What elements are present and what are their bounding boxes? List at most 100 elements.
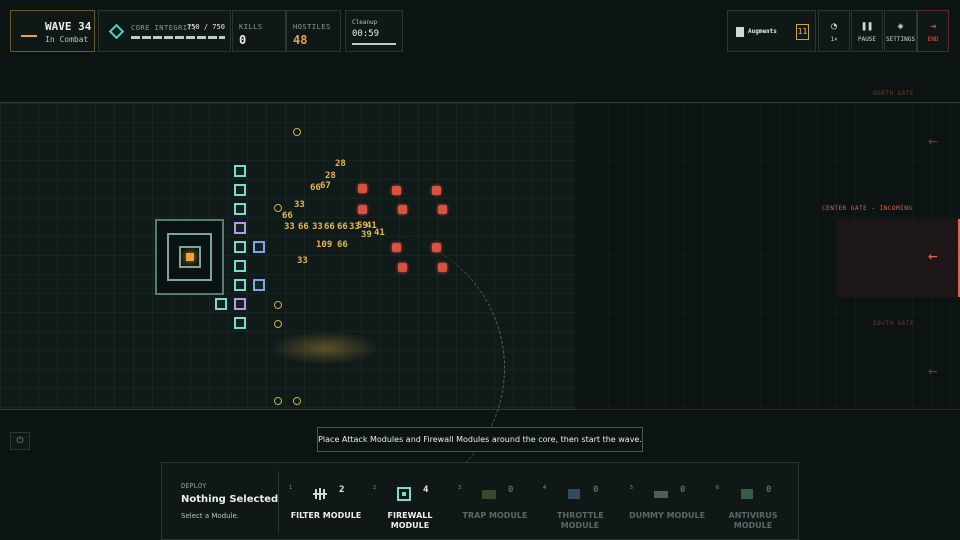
pause-button[interactable]: ❚❚ PAUSE [851, 10, 883, 52]
firewall-module[interactable] [234, 165, 246, 177]
hostiles-panel: HOSTILES 48 [286, 10, 341, 52]
damage-number: 28 [325, 171, 336, 181]
damage-number: 109 [316, 240, 333, 250]
firewall-module[interactable] [234, 184, 246, 196]
deploy-label: DEPLOY [181, 482, 207, 490]
firewall-module[interactable] [234, 279, 246, 291]
enemy [358, 205, 367, 214]
enemy [438, 205, 447, 214]
north-gate-arrow-icon: ← [928, 131, 938, 150]
cleanup-bar [352, 43, 396, 45]
center-gate-zone [837, 219, 960, 297]
hostiles-label: HOSTILES [293, 23, 331, 31]
throttle-module-icon [568, 489, 580, 499]
dummy-module-icon [654, 491, 668, 498]
augments-count: 11 [796, 24, 809, 40]
document-icon [736, 27, 744, 37]
speed-label: 1× [830, 36, 838, 43]
enemy [398, 205, 407, 214]
crosshair-icon [274, 204, 282, 212]
module-slot-trap[interactable]: 3 0 TRAP MODULE [452, 463, 538, 540]
firewall-module[interactable] [234, 260, 246, 272]
crosshair-icon [274, 320, 282, 328]
damage-number: 66 [298, 222, 309, 232]
filter-module[interactable] [234, 222, 246, 234]
gear-icon: ◈ [897, 21, 904, 32]
damage-number: 33 [294, 200, 305, 210]
wave-panel: WAVE 34 In Combat [10, 10, 95, 52]
firewall-module[interactable] [234, 203, 246, 215]
kills-value: 0 [239, 33, 247, 47]
crown-icon [21, 27, 37, 37]
south-gate-arrow-icon: ← [928, 361, 938, 380]
module-slot-antivirus[interactable]: 6 0 ANTIVIRUS MODULE [710, 463, 796, 540]
cleanup-label: Cleanup [352, 19, 378, 26]
core-integrity-bar [131, 36, 225, 39]
firewall-module[interactable] [234, 317, 246, 329]
damage-number: 33 [284, 222, 295, 232]
augments-label: Augments [748, 28, 777, 35]
core[interactable] [155, 219, 224, 295]
enemy [398, 263, 407, 272]
enemy [392, 243, 401, 252]
hostiles-value: 48 [293, 33, 308, 47]
end-button[interactable]: ⇥ END [917, 10, 949, 52]
throttle-module[interactable] [253, 279, 265, 291]
damage-number: 66 [282, 211, 293, 221]
cleanup-panel: Cleanup 00:59 [345, 10, 403, 52]
module-slot-throttle[interactable]: 4 0 THROTTLE MODULE [537, 463, 623, 540]
module-slot-filter[interactable]: 1 2 FILTER MODULE [283, 463, 369, 540]
trap-module-icon [482, 490, 496, 499]
pause-label: PAUSE [857, 36, 877, 43]
damage-number: 67 [320, 181, 331, 191]
module-slot-firewall[interactable]: 2 4 FIREWALL MODULE [367, 463, 453, 540]
core-icon [108, 23, 125, 40]
cleanup-timer: 00:59 [352, 29, 380, 39]
enemy [432, 243, 441, 252]
power-icon: ⏻ [16, 436, 24, 446]
antivirus-module-icon [741, 489, 753, 499]
filter-module[interactable] [234, 298, 246, 310]
selected-module-title: Nothing Selected [181, 494, 279, 505]
muzzle-flash [270, 331, 380, 365]
firewall-module[interactable] [234, 241, 246, 253]
south-gate-label: SOUTH GATE [873, 320, 915, 327]
core-reactor-icon [186, 253, 194, 261]
enemy [392, 186, 401, 195]
enemy [432, 186, 441, 195]
enemy [438, 263, 447, 272]
wave-title: WAVE 34 [45, 20, 92, 33]
pause-icon: ❚❚ [860, 21, 874, 32]
damage-number: 41 [374, 228, 385, 238]
crosshair-icon [293, 128, 301, 136]
settings-button[interactable]: ◈ SETTINGS [884, 10, 917, 52]
power-button[interactable]: ⏻ [10, 432, 30, 450]
speed-button[interactable]: ◔ 1× [818, 10, 850, 52]
module-slot-dummy[interactable]: 5 0 DUMMY MODULE [624, 463, 710, 540]
selected-module-hint: Select a Module. [181, 512, 240, 520]
settings-label: SETTINGS [886, 36, 915, 43]
battlefield[interactable]: NORTH GATE CENTER GATE - INCOMING SOUTH … [0, 90, 960, 503]
damage-number: 66 [324, 222, 335, 232]
wave-status: In Combat [45, 35, 89, 44]
center-gate-arrow-icon: ← [928, 246, 938, 265]
firewall-module[interactable] [215, 298, 227, 310]
damage-number: 66 [337, 240, 348, 250]
firewall-module-icon [397, 487, 411, 501]
augments-button[interactable]: Augments 11 [727, 10, 816, 52]
enemy [358, 184, 367, 193]
core-integrity-value: 750 / 750 [187, 23, 225, 31]
damage-number: 39 [361, 230, 372, 240]
damage-number: 33 [297, 256, 308, 266]
kills-panel: KILLS 0 [232, 10, 286, 52]
crosshair-icon [274, 301, 282, 309]
north-gate-label: NORTH GATE [873, 90, 915, 97]
center-gate-label: CENTER GATE - INCOMING [822, 205, 913, 212]
throttle-module[interactable] [253, 241, 265, 253]
tutorial-tip: Place Attack Modules and Firewall Module… [317, 427, 643, 452]
exit-icon: ⇥ [929, 21, 937, 32]
filter-module-icon [313, 488, 327, 500]
end-label: END [927, 36, 939, 43]
speedometer-icon: ◔ [830, 21, 838, 32]
damage-number: 28 [335, 159, 346, 169]
